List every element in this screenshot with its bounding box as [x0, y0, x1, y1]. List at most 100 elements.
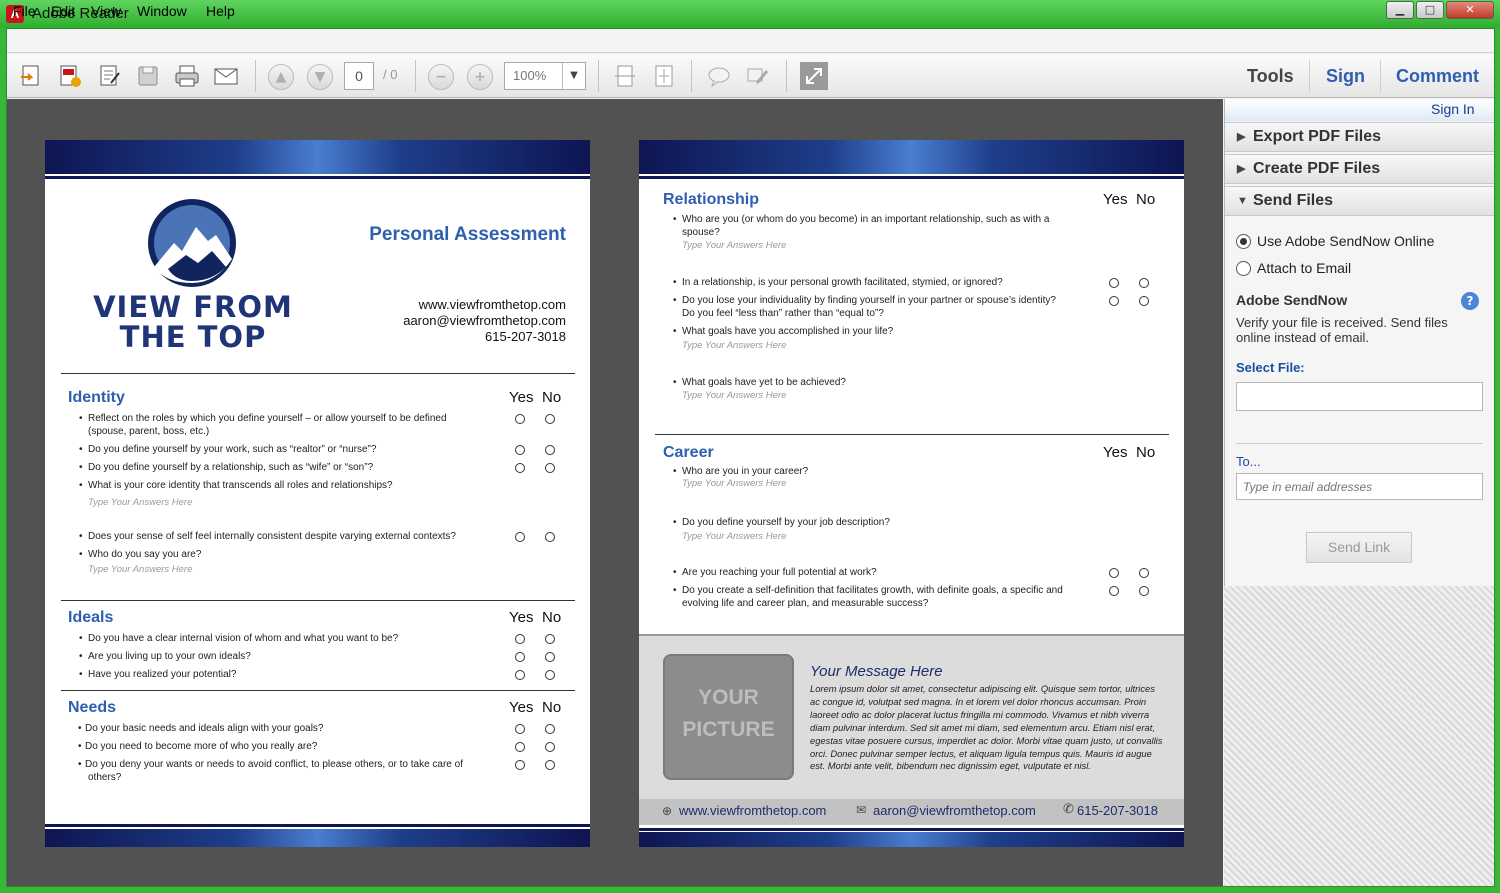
- radio-no[interactable]: [545, 445, 555, 455]
- radio-no[interactable]: [1139, 296, 1149, 306]
- radio-yes[interactable]: [1109, 296, 1119, 306]
- radio-yes[interactable]: [1109, 586, 1119, 596]
- bullet: •: [79, 651, 83, 662]
- create-pdf-icon[interactable]: [56, 62, 84, 90]
- sign-in-link[interactable]: Sign In: [1431, 101, 1475, 117]
- create-pdf-files-section[interactable]: ▶ Create PDF Files: [1225, 154, 1494, 184]
- help-icon[interactable]: ?: [1461, 292, 1479, 310]
- mountain-logo-icon: [146, 197, 238, 293]
- menu-file[interactable]: File: [13, 3, 36, 19]
- right-page: Relationship Yes No • Who are you (or wh…: [639, 140, 1184, 847]
- select-file-field[interactable]: [1236, 382, 1483, 411]
- option-attach-email-label: Attach to Email: [1257, 260, 1352, 276]
- radio-yes[interactable]: [515, 670, 525, 680]
- question: others?: [88, 772, 122, 783]
- radio-yes[interactable]: [515, 532, 525, 542]
- radio-yes[interactable]: [515, 760, 525, 770]
- open-icon[interactable]: [17, 62, 45, 90]
- answer-field[interactable]: Type Your Answers Here: [88, 564, 192, 575]
- radio-yes[interactable]: [1109, 568, 1119, 578]
- chevron-down-icon: ▼: [1237, 195, 1248, 207]
- contact-phone: 615-207-3018: [485, 329, 566, 344]
- menu-edit[interactable]: Edit: [51, 3, 75, 19]
- bullet: •: [673, 295, 677, 306]
- radio-yes[interactable]: [515, 652, 525, 662]
- radio-yes[interactable]: [515, 414, 525, 424]
- export-pdf-files-section[interactable]: ▶ Export PDF Files: [1225, 122, 1494, 152]
- chevron-down-icon[interactable]: ▼: [562, 63, 585, 89]
- bullet: •: [79, 549, 83, 560]
- zoom-out-button[interactable]: −: [428, 64, 454, 90]
- close-button[interactable]: ✕: [1446, 1, 1494, 19]
- no-header: No: [1136, 191, 1156, 208]
- radio-no[interactable]: [545, 463, 555, 473]
- question: In a relationship, is your personal grow…: [682, 277, 1003, 288]
- radio-sendnow-online[interactable]: [1236, 234, 1251, 249]
- radio-no[interactable]: [1139, 278, 1149, 288]
- answer-field[interactable]: Type Your Answers Here: [88, 497, 192, 508]
- zoom-in-button[interactable]: +: [467, 64, 493, 90]
- maximize-button[interactable]: □: [1416, 1, 1444, 19]
- previous-page-button[interactable]: ▲: [268, 64, 294, 90]
- radio-no[interactable]: [545, 414, 555, 424]
- expand-icon[interactable]: [800, 62, 828, 90]
- fit-page-icon[interactable]: [650, 62, 678, 90]
- fit-width-icon[interactable]: [611, 62, 639, 90]
- send-link-button[interactable]: Send Link: [1306, 532, 1412, 563]
- radio-no[interactable]: [545, 652, 555, 662]
- tab-sign[interactable]: Sign: [1326, 66, 1365, 87]
- radio-no[interactable]: [545, 724, 555, 734]
- radio-attach-email[interactable]: [1236, 261, 1251, 276]
- highlight-icon[interactable]: [744, 62, 772, 90]
- tab-comment[interactable]: Comment: [1396, 66, 1479, 87]
- menu-view[interactable]: View: [91, 3, 121, 19]
- toolbar-separator: [598, 60, 599, 92]
- bullet: •: [78, 723, 82, 734]
- answer-field[interactable]: Type Your Answers Here: [682, 478, 786, 489]
- radio-no[interactable]: [545, 634, 555, 644]
- bullet: •: [79, 444, 83, 455]
- question: What is your core identity that transcen…: [88, 480, 393, 491]
- radio-yes[interactable]: [515, 634, 525, 644]
- option-sendnow-online-label: Use Adobe SendNow Online: [1257, 233, 1435, 249]
- answer-field[interactable]: Type Your Answers Here: [682, 390, 786, 401]
- question: Who are you (or whom do you become) in a…: [682, 214, 1050, 225]
- no-header: No: [542, 699, 562, 716]
- header-band: [45, 140, 590, 174]
- question: Do your basic needs and ideals align wit…: [85, 723, 324, 734]
- menu-window[interactable]: Window: [137, 3, 187, 19]
- edit-pdf-icon[interactable]: [96, 62, 124, 90]
- radio-no[interactable]: [1139, 586, 1149, 596]
- email-icon[interactable]: [212, 62, 240, 90]
- radio-no[interactable]: [545, 760, 555, 770]
- radio-yes[interactable]: [515, 445, 525, 455]
- next-page-button[interactable]: ▼: [307, 64, 333, 90]
- answer-field[interactable]: Type Your Answers Here: [682, 240, 786, 251]
- comment-icon[interactable]: [705, 62, 733, 90]
- answer-field[interactable]: Type Your Answers Here: [682, 531, 786, 542]
- bullet: •: [79, 669, 83, 680]
- tab-tools[interactable]: Tools: [1247, 66, 1294, 87]
- radio-no[interactable]: [1139, 568, 1149, 578]
- sendnow-description-line2: online instead of email.: [1236, 330, 1369, 345]
- answer-field[interactable]: Type Your Answers Here: [682, 340, 786, 351]
- send-files-section[interactable]: ▼ Send Files: [1225, 186, 1494, 216]
- radio-yes[interactable]: [515, 463, 525, 473]
- question: Do you have a clear internal vision of w…: [88, 633, 399, 644]
- bullet: •: [79, 633, 83, 644]
- radio-no[interactable]: [545, 670, 555, 680]
- print-icon[interactable]: [173, 62, 201, 90]
- radio-no[interactable]: [545, 742, 555, 752]
- save-icon[interactable]: [134, 62, 162, 90]
- minimize-button[interactable]: ▁: [1386, 1, 1414, 19]
- radio-no[interactable]: [545, 532, 555, 542]
- radio-yes[interactable]: [515, 742, 525, 752]
- question: spouse?: [682, 227, 720, 238]
- divider: [61, 690, 575, 691]
- to-email-input[interactable]: [1236, 473, 1483, 500]
- radio-yes[interactable]: [515, 724, 525, 734]
- question: Are you reaching your full potential at …: [682, 567, 877, 578]
- radio-yes[interactable]: [1109, 278, 1119, 288]
- menu-help[interactable]: Help: [206, 3, 235, 19]
- page-number-input[interactable]: 0: [344, 62, 374, 90]
